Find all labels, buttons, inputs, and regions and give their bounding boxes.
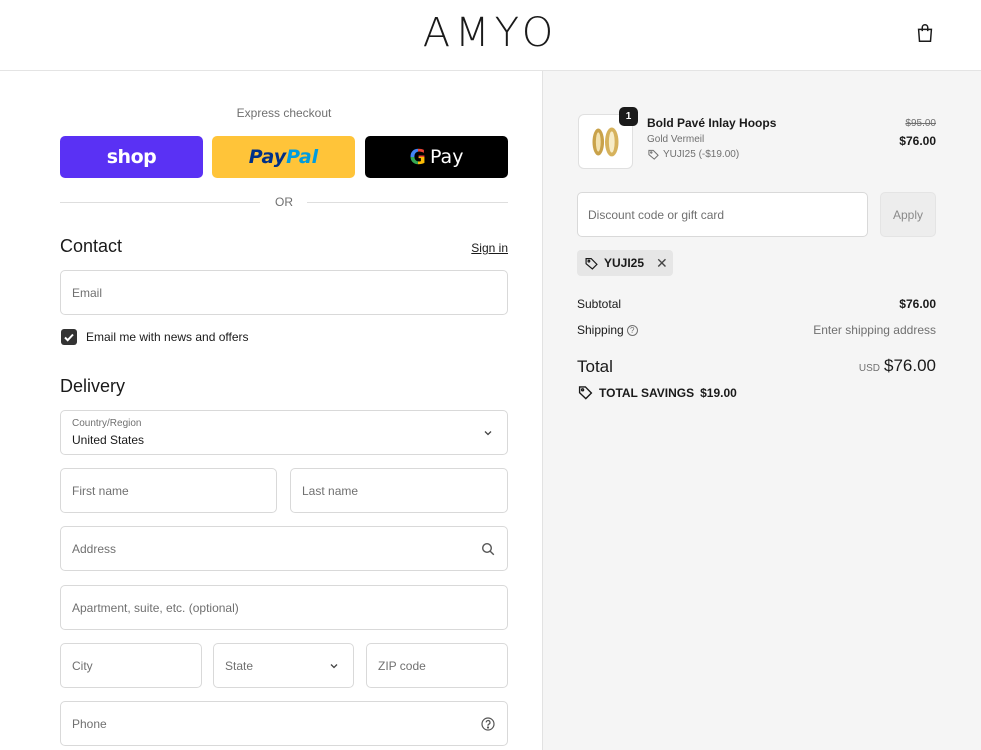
- divider-left: [60, 202, 260, 203]
- news-checkbox-label: Email me with news and offers: [86, 330, 249, 344]
- product-discount-text: YUJI25 (-$19.00): [663, 149, 740, 160]
- apartment-placeholder: Apartment, suite, etc. (optional): [72, 600, 239, 615]
- last-name-placeholder: Last name: [302, 483, 359, 498]
- applied-code-chip: YUJI25 ✕: [577, 250, 673, 276]
- total-currency: USD: [858, 363, 880, 374]
- delivery-title: Delivery: [60, 376, 126, 396]
- phone-placeholder: Phone: [72, 716, 107, 731]
- check-icon: [64, 333, 74, 342]
- chevron-down-icon: [330, 663, 338, 668]
- close-icon[interactable]: ✕: [656, 255, 668, 272]
- state-placeholder: State: [225, 658, 254, 673]
- subtotal-label: Subtotal: [577, 297, 622, 311]
- zip-placeholder: ZIP code: [378, 658, 426, 673]
- zip-field[interactable]: ZIP code: [366, 643, 508, 688]
- help-circle-icon[interactable]: [481, 716, 495, 731]
- product-discount: YUJI25 (-$19.00): [648, 149, 739, 160]
- city-field[interactable]: City: [60, 643, 202, 688]
- paypal-label-part2: Pal: [286, 146, 319, 168]
- sign-in-link[interactable]: Sign in: [440, 241, 508, 255]
- country-value: United States: [72, 433, 145, 447]
- email-placeholder: Email: [72, 285, 103, 300]
- email-field[interactable]: Email: [60, 270, 508, 315]
- total-label: Total: [577, 357, 613, 376]
- header: AMYO: [0, 0, 981, 71]
- address-field[interactable]: Address: [60, 526, 508, 571]
- product-name: Bold Pavé Inlay Hoops: [647, 116, 777, 130]
- shipping-value: Enter shipping address: [813, 323, 936, 337]
- country-label: Country/Region: [72, 418, 142, 429]
- city-placeholder: City: [72, 658, 93, 673]
- discount-placeholder: Discount code or gift card: [588, 207, 725, 222]
- current-price: $76.00: [899, 134, 936, 148]
- total-amount: USD $76.00: [760, 356, 936, 376]
- original-price: $95.00: [905, 118, 936, 129]
- divider-right: [307, 202, 508, 203]
- first-name-placeholder: First name: [72, 483, 129, 498]
- savings-label: TOTAL SAVINGS: [599, 385, 695, 400]
- shipping-row-label: Shipping?: [577, 323, 638, 337]
- shop-pay-label: shop: [106, 146, 157, 168]
- chevron-down-icon: [484, 430, 492, 435]
- express-checkout-label: Express checkout: [236, 106, 332, 120]
- product-variant: Gold Vermeil: [647, 134, 705, 145]
- total-savings: TOTAL SAVINGS $19.00: [578, 385, 737, 400]
- total-value: $76.00: [884, 356, 936, 375]
- google-g-icon: G: [409, 145, 426, 169]
- search-icon[interactable]: [481, 542, 495, 556]
- quantity-badge: 1: [619, 107, 638, 126]
- tag-icon: [585, 257, 598, 270]
- paypal-button[interactable]: Pay Pal: [212, 136, 355, 178]
- or-divider-label: OR: [275, 195, 293, 209]
- address-placeholder: Address: [72, 541, 117, 556]
- tag-icon: [648, 149, 659, 160]
- applied-code: YUJI25: [604, 256, 645, 270]
- state-select[interactable]: State: [213, 643, 354, 688]
- help-circle-icon[interactable]: ?: [626, 325, 638, 337]
- discount-code-input[interactable]: Discount code or gift card: [577, 192, 868, 237]
- news-checkbox[interactable]: [61, 329, 77, 345]
- apartment-field[interactable]: Apartment, suite, etc. (optional): [60, 585, 508, 630]
- first-name-field[interactable]: First name: [60, 468, 277, 513]
- order-summary-panel: [542, 71, 981, 750]
- phone-field[interactable]: Phone: [60, 701, 508, 746]
- shipping-label: Shipping: [577, 323, 624, 337]
- google-pay-label: Pay: [429, 146, 464, 168]
- tag-icon: [578, 386, 593, 400]
- contact-title: Contact: [60, 236, 123, 256]
- last-name-field[interactable]: Last name: [290, 468, 508, 513]
- google-pay-button[interactable]: G Pay: [365, 136, 508, 178]
- savings-value: $19.00: [700, 385, 737, 400]
- paypal-label-part1: Pay: [248, 146, 287, 168]
- subtotal-value: $76.00: [899, 297, 936, 311]
- brand-logo[interactable]: AMYO: [0, 10, 981, 56]
- country-select[interactable]: Country/Region United States: [60, 410, 508, 455]
- apply-button[interactable]: Apply: [880, 192, 936, 237]
- shop-pay-button[interactable]: shop: [60, 136, 203, 178]
- shopping-bag-icon[interactable]: [914, 22, 936, 44]
